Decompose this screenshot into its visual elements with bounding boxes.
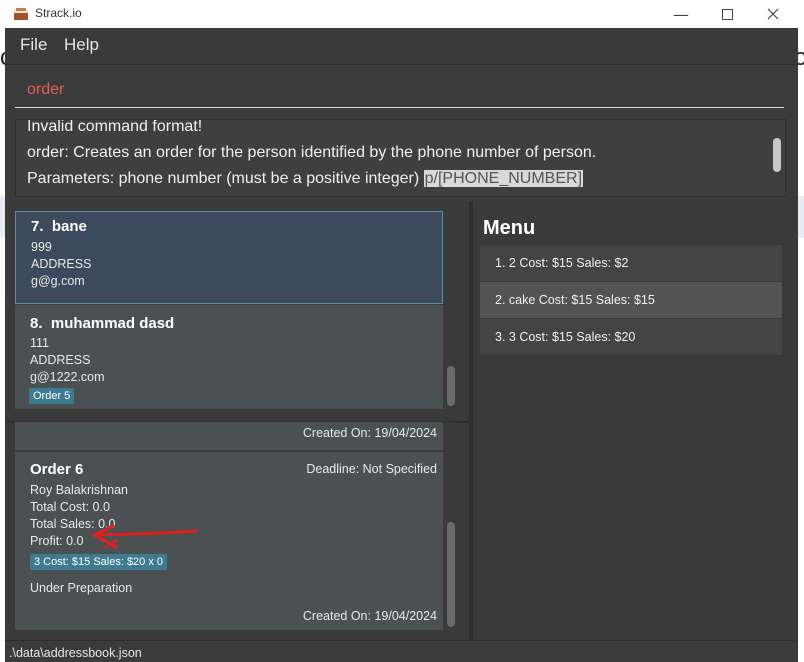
person-name-text: muhammad dasd [50, 315, 175, 332]
data-file-path: .\data\addressbook.json [9, 646, 142, 660]
menu-help[interactable]: Help [64, 35, 99, 55]
app-logo-icon [14, 8, 28, 20]
order-title: Order 6 [30, 461, 84, 478]
person-email: g@g.com [31, 274, 85, 288]
person-list: 7. bane 999 ADDRESS g@g.com 8. muhammad … [15, 211, 443, 409]
person-index: 8. [30, 315, 43, 332]
order-list-scroll-thumb[interactable] [447, 522, 455, 627]
person-list-scroll-thumb[interactable] [447, 366, 455, 406]
menu-file[interactable]: File [20, 35, 47, 55]
person-card[interactable]: 8. muhammad dasd 111 ADDRESS g@1222.com … [15, 305, 443, 409]
order-list-scrollbar[interactable] [446, 422, 456, 630]
person-card[interactable]: 7. bane 999 ADDRESS g@g.com [15, 211, 443, 304]
order-created-date: Created On: 19/04/2024 [302, 426, 437, 440]
person-address: ADDRESS [31, 257, 92, 271]
menu-panel: Menu 1. 2 Cost: $15 Sales: $2 2. cake Co… [473, 201, 798, 640]
result-line-error: Invalid command format! [27, 119, 203, 135]
close-button[interactable] [750, 0, 796, 28]
person-phone: 999 [31, 240, 52, 254]
maximize-icon [721, 8, 733, 20]
minimize-button[interactable]: — [658, 0, 704, 28]
person-email: g@1222.com [30, 370, 105, 384]
command-input[interactable] [15, 73, 784, 108]
result-line-usage: order: Creates an order for the person i… [27, 144, 597, 161]
result-display: Invalid command format! order: Creates a… [15, 119, 786, 197]
order-tag: Order 5 [29, 388, 75, 404]
order-total-cost: Total Cost: 0.0 [30, 500, 110, 514]
person-address: ADDRESS [30, 353, 91, 367]
person-name: 7. bane [31, 218, 87, 235]
person-list-scrollbar[interactable] [446, 211, 456, 409]
window-title: Strack.io [35, 6, 82, 20]
order-deadline: Deadline: Not Specified [306, 462, 437, 476]
order-card-previous[interactable]: Created On: 19/04/2024 [15, 422, 443, 450]
parameter-highlight: p/[PHONE_NUMBER] [423, 170, 584, 187]
order-profit: Profit: 0.0 [30, 534, 84, 548]
title-bar: Strack.io — [5, 0, 798, 28]
parameters-text: Parameters: phone number (must be a posi… [27, 170, 424, 187]
close-icon [767, 8, 779, 20]
menu-list-item[interactable]: 1. 2 Cost: $15 Sales: $2 [480, 245, 782, 281]
person-phone: 111 [30, 336, 50, 350]
menu-title: Menu [483, 217, 536, 239]
order-customer: Roy Balakrishnan [30, 483, 128, 497]
result-scrollbar[interactable] [773, 138, 781, 172]
menu-list-item[interactable]: 3. 3 Cost: $15 Sales: $20 [480, 319, 782, 355]
command-box [5, 65, 798, 117]
person-name-text: bane [51, 218, 87, 235]
order-list: Created On: 19/04/2024 Order 6 Deadline:… [15, 422, 443, 630]
maximize-button[interactable] [704, 0, 750, 28]
order-item-tag: 3 Cost: $15 Sales: $20 x 0 [30, 554, 168, 570]
menu-bar: File Help [5, 29, 798, 65]
menu-list-item[interactable]: 2. cake Cost: $15 Sales: $15 [480, 282, 782, 318]
order-created-date: Created On: 19/04/2024 [302, 609, 437, 623]
status-bar: .\data\addressbook.json [5, 640, 798, 662]
order-total-sales: Total Sales: 0.0 [30, 517, 116, 531]
person-index: 7. [31, 218, 44, 235]
result-line-parameters: Parameters: phone number (must be a posi… [27, 170, 584, 188]
app-window: Strack.io — File Help Invalid command fo… [5, 0, 798, 662]
order-status: Under Preparation [30, 581, 133, 595]
person-name: 8. muhammad dasd [30, 315, 174, 332]
order-card[interactable]: Order 6 Deadline: Not Specified Roy Bala… [15, 452, 443, 630]
left-column: 7. bane 999 ADDRESS g@g.com 8. muhammad … [5, 201, 469, 640]
